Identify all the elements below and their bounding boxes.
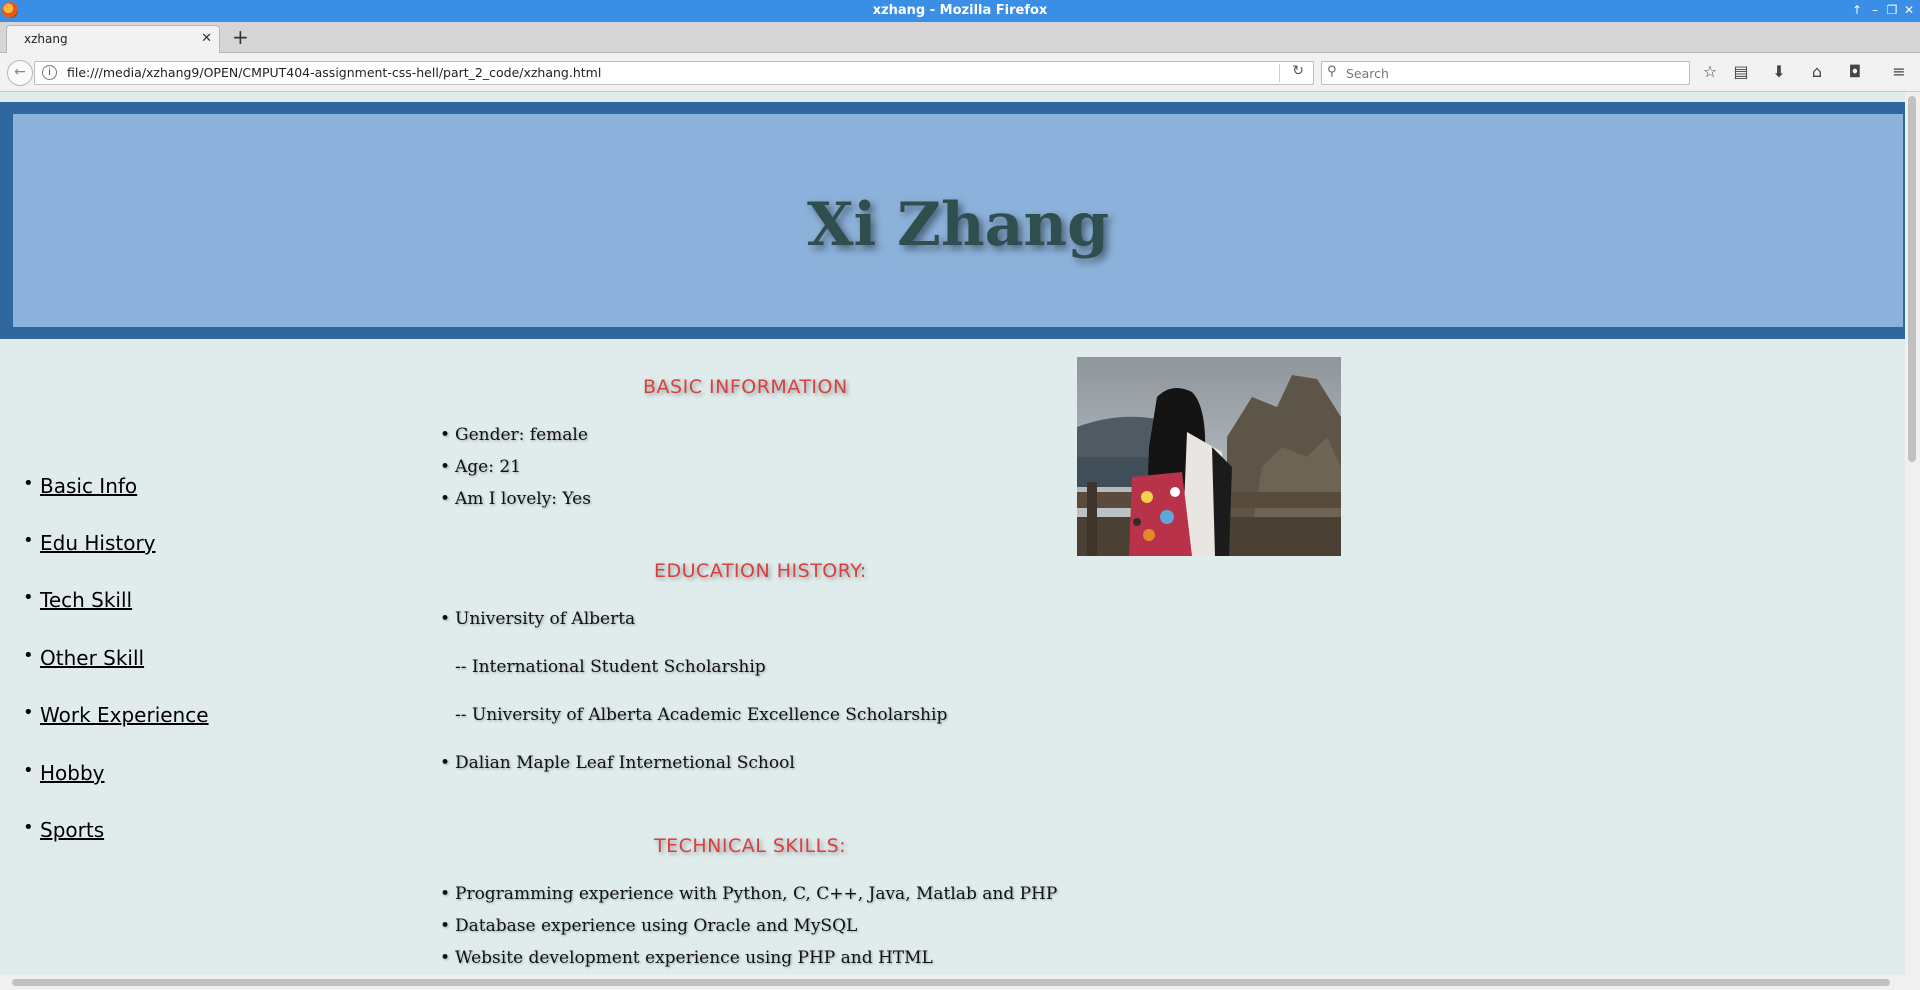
education-item: • Dalian Maple Leaf Internetional School: [440, 753, 795, 773]
nav-link-hobby[interactable]: Hobby: [40, 761, 105, 785]
download-icon[interactable]: ⬇: [1768, 62, 1790, 82]
restore-icon[interactable]: ❐: [1884, 2, 1900, 19]
vertical-scroll-thumb[interactable]: [1908, 96, 1916, 462]
url-bar[interactable]: i file:///media/xzhang9/OPEN/CMPUT404-as…: [34, 61, 1314, 85]
tab-label: xzhang: [24, 32, 68, 46]
window-titlebar: xzhang - Mozilla Firefox ↑ – ❐ ✕: [0, 0, 1920, 22]
vertical-scrollbar[interactable]: [1905, 92, 1920, 975]
nav-bar: ← i file:///media/xzhang9/OPEN/CMPUT404-…: [0, 53, 1920, 92]
bookmark-star-icon[interactable]: ☆: [1699, 62, 1721, 82]
close-tab-icon[interactable]: ✕: [201, 31, 212, 46]
url-divider: [1279, 64, 1280, 82]
basic-info-text: Age: 21: [455, 457, 521, 477]
nav-link-tech-skill[interactable]: Tech Skill: [40, 588, 132, 612]
search-input[interactable]: [1344, 64, 1678, 82]
skill-text: Database experience using Oracle and MyS…: [455, 916, 858, 936]
basic-info-item: • Age: 21: [440, 457, 521, 477]
basic-info-item: • Gender: female: [440, 425, 588, 445]
back-button[interactable]: ←: [7, 60, 33, 86]
page-title: Xi Zhang: [806, 190, 1110, 260]
education-heading: EDUCATION HISTORY:: [654, 560, 867, 582]
scholarship-text: -- International Student Scholarship: [455, 657, 766, 677]
technical-skills-heading: TECHNICAL SKILLS:: [654, 835, 847, 857]
close-window-icon[interactable]: ✕: [1901, 2, 1917, 19]
minimize-icon[interactable]: –: [1867, 2, 1883, 19]
tab-xzhang[interactable]: xzhang ✕: [6, 25, 220, 53]
page-viewport: Xi Zhang • Basic Info • Edu History • Tech …: [0, 92, 1905, 975]
new-tab-icon[interactable]: +: [232, 24, 249, 50]
home-icon[interactable]: ⌂: [1806, 62, 1828, 82]
window-title: xzhang - Mozilla Firefox: [872, 3, 1048, 18]
reload-icon[interactable]: ↻: [1292, 63, 1304, 79]
basic-info-heading: BASIC INFORMATION: [643, 376, 848, 398]
horizontal-scrollbar[interactable]: [0, 975, 1920, 990]
profile-photo: [1077, 357, 1341, 556]
scholarship-text: -- University of Alberta Academic Excell…: [455, 705, 948, 725]
skill-item: • Database experience using Oracle and My…: [440, 916, 858, 936]
header-inner-panel: Xi Zhang: [13, 114, 1903, 327]
pocket-icon[interactable]: ◘: [1844, 62, 1866, 82]
basic-info-item: • Am I lovely: Yes: [440, 489, 591, 509]
page-header: Xi Zhang: [0, 102, 1905, 339]
nav-link-other-skill[interactable]: Other Skill: [40, 646, 144, 670]
tab-bar: xzhang ✕: [0, 22, 1920, 53]
info-icon[interactable]: i: [42, 65, 57, 80]
menu-icon[interactable]: ≡: [1888, 62, 1910, 82]
search-bar[interactable]: ⚲: [1321, 61, 1690, 85]
skill-text: Programming experience with Python, C, C…: [455, 884, 1058, 904]
nav-link-sports[interactable]: Sports: [40, 818, 104, 842]
horizontal-scroll-thumb[interactable]: [12, 979, 1890, 986]
skill-item: • Website development experience using PH…: [440, 948, 933, 968]
school-name: University of Alberta: [455, 609, 636, 629]
search-icon: ⚲: [1327, 64, 1337, 79]
profile-photo-illustration: [1077, 357, 1341, 556]
school-name: Dalian Maple Leaf Internetional School: [455, 753, 795, 773]
education-item: • University of Alberta: [440, 609, 636, 629]
library-icon[interactable]: ▤: [1730, 62, 1752, 82]
skill-item: • Programming experience with Python, C, …: [440, 884, 1058, 904]
nav-link-work-experience[interactable]: Work Experience: [40, 703, 209, 727]
skill-text: Website development experience using PHP…: [455, 948, 933, 968]
basic-info-text: Am I lovely: Yes: [455, 489, 591, 509]
nav-link-basic-info[interactable]: Basic Info: [40, 474, 137, 498]
url-text[interactable]: file:///media/xzhang9/OPEN/CMPUT404-assi…: [67, 65, 601, 80]
basic-info-text: Gender: female: [455, 425, 588, 445]
maximize-up-icon[interactable]: ↑: [1849, 2, 1865, 19]
nav-link-edu-history[interactable]: Edu History: [40, 531, 156, 555]
